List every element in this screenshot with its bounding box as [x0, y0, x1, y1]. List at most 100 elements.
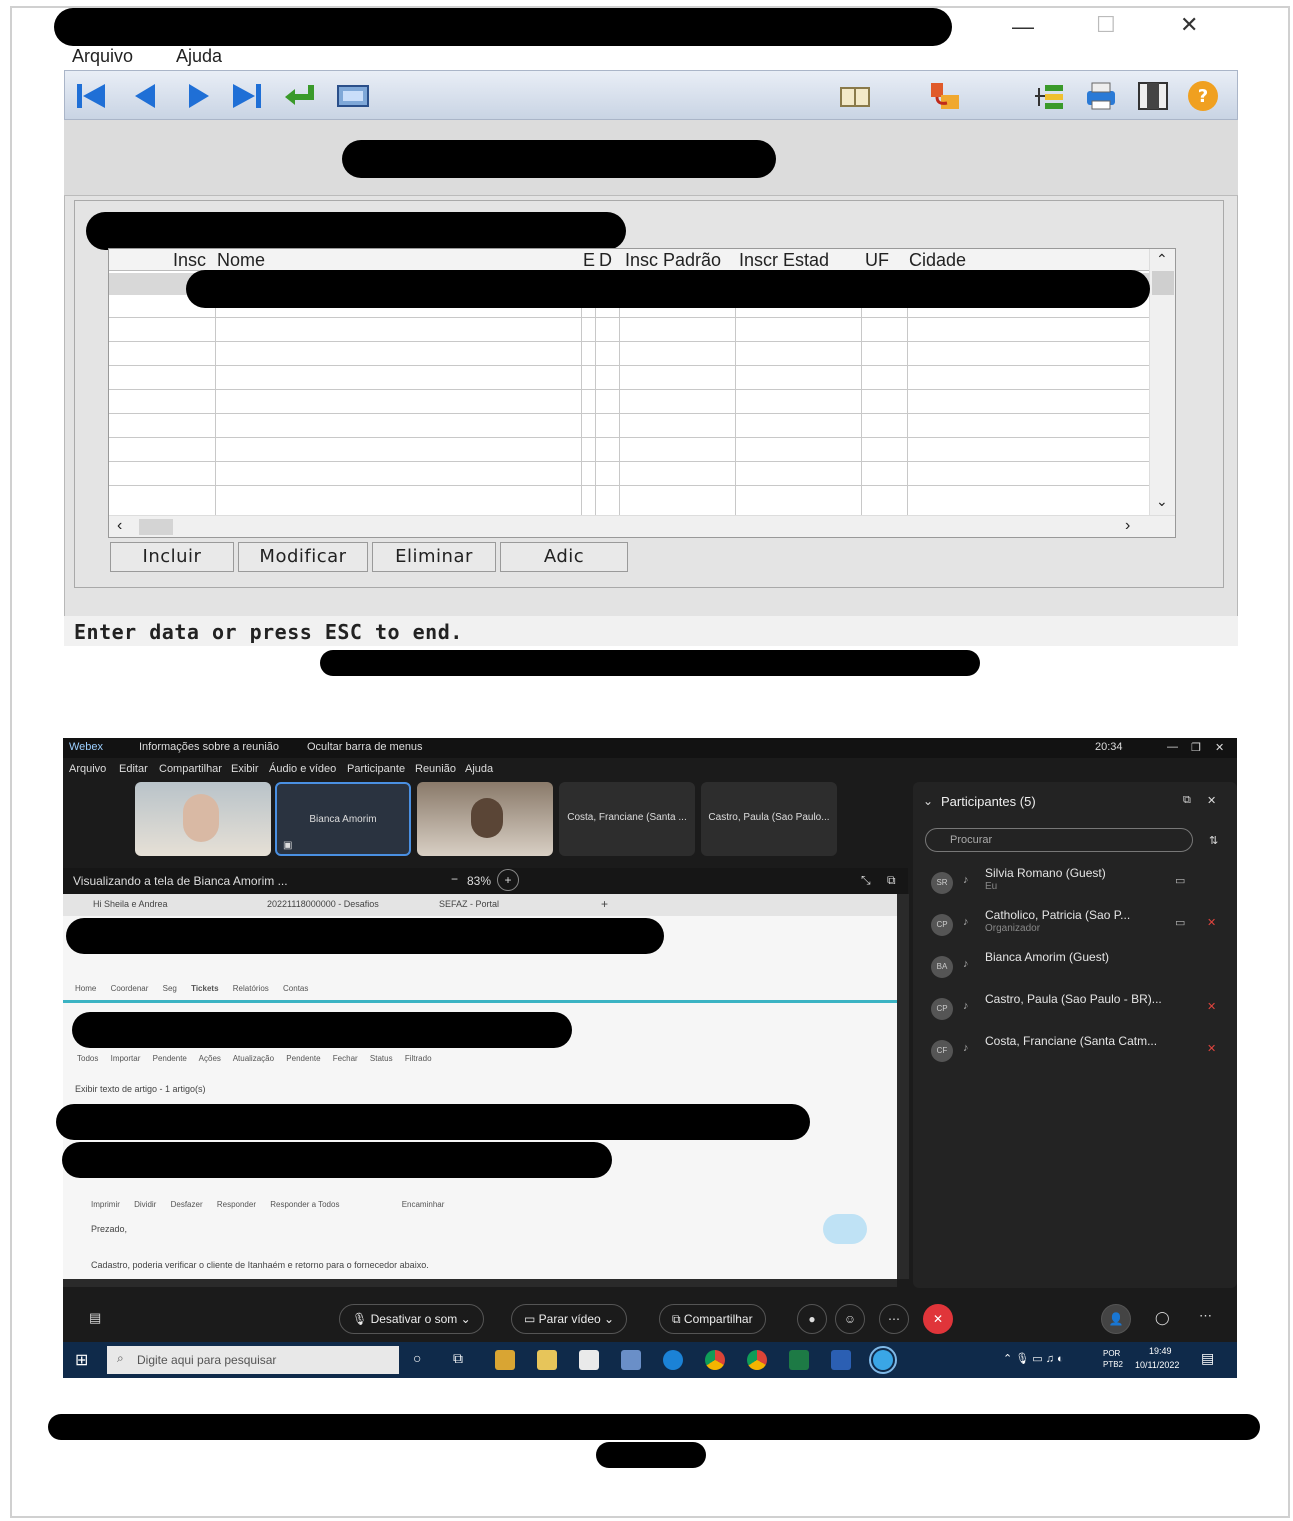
scroll-thumb[interactable] — [1152, 271, 1174, 295]
share-horizontal-scrollbar[interactable] — [63, 1279, 897, 1287]
scroll-left-icon[interactable]: ‹ — [117, 517, 122, 535]
participant-search-input[interactable]: Procurar — [925, 828, 1193, 852]
filter-item[interactable]: Pendente — [153, 1054, 187, 1063]
excel-app-icon[interactable] — [789, 1350, 809, 1370]
wx-menu-audio-video[interactable]: Áudio e vídeo — [269, 763, 336, 775]
browser-tab[interactable]: 20221118000000 - Desafios — [267, 899, 379, 909]
scroll-right-icon[interactable]: › — [1125, 517, 1130, 535]
taskbar-time[interactable]: 19:49 — [1149, 1346, 1172, 1356]
collapse-icon[interactable]: ⌄ — [923, 794, 933, 808]
pin-icon[interactable]: ⤡ — [861, 873, 871, 888]
filter-item[interactable]: Atualização — [233, 1054, 274, 1063]
video-thumbnail-active[interactable]: Bianca Amorim ▣ — [275, 782, 411, 856]
filter-item[interactable]: Pendente — [286, 1054, 320, 1063]
share-action[interactable]: Responder a Todos — [270, 1200, 339, 1209]
adic-button[interactable]: Adic — [500, 542, 628, 572]
incluir-button[interactable]: Incluir — [110, 542, 234, 572]
wx-menu-arquivo[interactable]: Arquivo — [69, 763, 106, 775]
stop-video-button[interactable]: ▭ Parar vídeo ⌄ — [511, 1304, 628, 1334]
hide-menu-link[interactable]: Ocultar barra de menus — [307, 741, 423, 753]
help-icon[interactable]: ? — [1185, 79, 1221, 113]
export-icon[interactable] — [927, 79, 963, 113]
previous-record-icon[interactable] — [127, 79, 163, 113]
share-button[interactable]: ⧉ Compartilhar — [659, 1304, 766, 1334]
last-record-icon[interactable] — [229, 79, 265, 113]
new-tab-icon[interactable]: + — [601, 897, 608, 911]
reactions-icon[interactable]: ☺ — [835, 1304, 865, 1334]
grid-horizontal-scrollbar[interactable]: ‹ › — [109, 515, 1175, 537]
screen-icon[interactable] — [335, 79, 371, 113]
enter-icon[interactable] — [281, 79, 317, 113]
video-thumbnail[interactable]: Costa, Franciane (Santa ... — [559, 782, 695, 856]
col-nome[interactable]: Nome — [217, 250, 265, 271]
participant-row[interactable]: CP ♪ Castro, Paula (Sao Paulo - BR)... ✕ — [927, 990, 1227, 1028]
mail-app-icon[interactable] — [579, 1350, 599, 1370]
popout-icon[interactable]: ⧉ — [887, 873, 896, 888]
first-record-icon[interactable] — [73, 79, 109, 113]
participant-row[interactable]: BA ♪ Bianca Amorim (Guest) — [927, 948, 1227, 986]
wx-menu-exibir[interactable]: Exibir — [231, 763, 259, 775]
more-panel-icon[interactable]: ⋯ — [1199, 1308, 1212, 1324]
mute-button[interactable]: 🎙 Desativar o som ⌄ — [339, 1304, 484, 1334]
wx-menu-compartilhar[interactable]: Compartilhar — [159, 763, 222, 775]
explorer-app-icon[interactable] — [537, 1350, 557, 1370]
pen-app-icon[interactable] — [621, 1350, 641, 1370]
col-e[interactable]: E — [583, 250, 595, 271]
filter-item[interactable]: Status — [370, 1054, 393, 1063]
wx-menu-participante[interactable]: Participante — [347, 763, 405, 775]
share-nav-item[interactable]: Contas — [283, 984, 308, 993]
recorder-icon[interactable]: ● — [797, 1304, 827, 1334]
chat-icon[interactable]: ◯ — [1155, 1310, 1170, 1326]
more-options-icon[interactable]: ⋯ — [879, 1304, 909, 1334]
participants-toggle-icon[interactable]: 👤 — [1101, 1304, 1131, 1334]
scroll-down-icon[interactable]: ⌄ — [1156, 493, 1168, 510]
maximize-icon[interactable]: ☐ — [1096, 12, 1116, 38]
zoom-in-icon[interactable]: + — [497, 869, 519, 891]
wx-menu-ajuda[interactable]: Ajuda — [465, 763, 493, 775]
minimize-icon[interactable]: — — [1012, 14, 1034, 40]
leave-meeting-button[interactable]: ✕ — [923, 1304, 953, 1334]
wx-menu-reuniao[interactable]: Reunião — [415, 763, 456, 775]
taskbar-language[interactable]: POR PTB2 — [1103, 1348, 1135, 1370]
task-view-icon[interactable]: ⧉ — [453, 1350, 463, 1367]
wx-menu-editar[interactable]: Editar — [119, 763, 148, 775]
close-panel-icon[interactable]: ✕ — [1207, 794, 1216, 807]
windows-start-icon[interactable]: ⊞ — [75, 1350, 88, 1370]
edge-app-icon[interactable] — [663, 1350, 683, 1370]
cortana-icon[interactable]: ○ — [413, 1350, 421, 1366]
notifications-icon[interactable]: ▤ — [1201, 1350, 1214, 1367]
col-uf[interactable]: UF — [865, 250, 889, 271]
close-icon[interactable]: ✕ — [1180, 12, 1198, 38]
taskbar-search[interactable]: ⌕ Digite aqui para pesquisar — [107, 1346, 399, 1374]
popout-panel-icon[interactable]: ⧉ — [1183, 794, 1191, 807]
video-thumbnail[interactable] — [135, 782, 271, 856]
filter-item[interactable]: Importar — [111, 1054, 141, 1063]
participant-row[interactable]: CF ♪ Costa, Franciane (Santa Catm... ✕ — [927, 1032, 1227, 1070]
share-action[interactable]: Encaminhar — [402, 1200, 445, 1209]
share-nav-item[interactable]: Coordenar — [111, 984, 149, 993]
col-insc-padrao[interactable]: Insc Padrão — [625, 250, 721, 271]
store-app-icon[interactable] — [495, 1350, 515, 1370]
share-action[interactable]: Desfazer — [171, 1200, 203, 1209]
columns-icon[interactable] — [1135, 79, 1171, 113]
chrome-profile-app-icon[interactable] — [747, 1350, 767, 1370]
menu-ajuda[interactable]: Ajuda — [176, 46, 222, 67]
scroll-up-icon[interactable]: ⌃ — [1156, 251, 1168, 268]
share-vertical-scrollbar[interactable] — [897, 894, 909, 1279]
browser-tab[interactable]: SEFAZ - Portal — [439, 899, 499, 909]
eliminar-button[interactable]: Eliminar — [372, 542, 496, 572]
chrome-app-icon[interactable] — [705, 1350, 725, 1370]
webex-close-icon[interactable]: ✕ — [1215, 741, 1224, 754]
grid-vertical-scrollbar[interactable]: ⌃ ⌄ — [1149, 249, 1175, 519]
col-inscr-estad[interactable]: Inscr Estad — [739, 250, 829, 271]
sort-icon[interactable]: ⇅ — [1209, 834, 1218, 847]
webex-minimize-icon[interactable]: — — [1167, 741, 1178, 753]
modificar-button[interactable]: Modificar — [238, 542, 368, 572]
tree-icon[interactable] — [1031, 79, 1067, 113]
col-d[interactable]: D — [599, 250, 612, 271]
menu-arquivo[interactable]: Arquivo — [72, 46, 133, 67]
meeting-info-link[interactable]: Informações sobre a reunião — [139, 741, 279, 753]
browser-tab[interactable]: Hi Sheila e Andrea — [93, 899, 168, 909]
share-nav-item[interactable]: Seg — [163, 984, 177, 993]
share-nav-item[interactable]: Relatórios — [233, 984, 269, 993]
